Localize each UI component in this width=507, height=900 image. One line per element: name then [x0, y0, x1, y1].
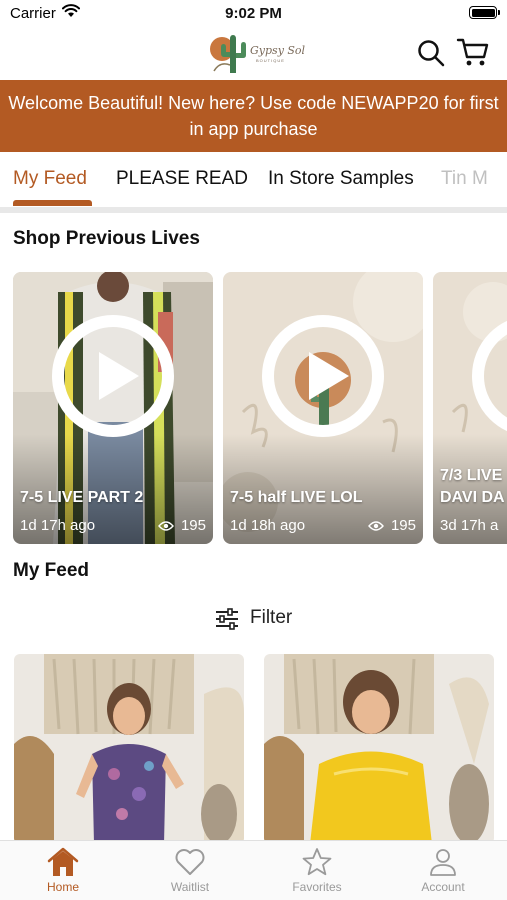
live-time-ago: 1d 17h ago — [20, 517, 96, 534]
nav-label-waitlist: Waitlist — [170, 880, 210, 894]
active-tab-indicator — [13, 200, 92, 206]
nav-label-account: Account — [421, 880, 465, 894]
live-video-card[interactable]: 7-5 half LIVE LOL 1d 18h ago 195 — [223, 272, 423, 544]
play-icon[interactable] — [261, 314, 385, 438]
brand-logo[interactable]: Gypsy Sol BOUTIQUE — [206, 31, 305, 75]
promo-banner[interactable]: Welcome Beautiful! New here? Use code NE… — [0, 80, 507, 152]
search-icon[interactable] — [416, 38, 446, 68]
filter-icon — [216, 608, 238, 630]
live-view-count: 195 — [390, 517, 416, 534]
bottom-nav: Home Waitlist Favorites Account — [0, 840, 507, 900]
live-time-ago: 1d 18h ago — [230, 517, 306, 534]
product-image — [14, 654, 244, 844]
live-title: 7/3 LIVE DAVI DA — [440, 467, 505, 506]
section-title-feed: My Feed — [13, 560, 90, 581]
product-image — [264, 654, 494, 844]
filter-label: Filter — [250, 607, 293, 628]
product-card[interactable] — [14, 654, 244, 844]
live-video-card[interactable]: 7-5 LIVE PART 2 1d 17h ago 195 — [13, 272, 213, 544]
play-icon[interactable] — [51, 314, 175, 438]
live-time-ago: 3d 17h a — [440, 517, 499, 534]
section-title-lives: Shop Previous Lives — [13, 228, 200, 249]
app-header: Gypsy Sol BOUTIQUE — [0, 28, 507, 78]
tabs-divider — [0, 207, 507, 213]
brand-subtitle: BOUTIQUE — [256, 58, 285, 63]
status-bar: Carrier 9:02 PM — [0, 0, 507, 28]
eye-icon — [158, 521, 174, 531]
tab-my-feed[interactable]: My Feed — [13, 168, 87, 190]
promo-text: Welcome Beautiful! New here? Use code NE… — [8, 93, 499, 139]
live-title: 7-5 half LIVE LOL — [230, 489, 363, 506]
nav-label-home: Home — [46, 880, 79, 894]
nav-label-favorites: Favorites — [292, 880, 342, 894]
live-video-card[interactable]: 7/3 LIVE DAVI DA 3d 17h a — [433, 272, 507, 544]
nav-favorites[interactable]: Favorites — [254, 847, 380, 894]
cart-icon[interactable] — [456, 36, 490, 68]
category-tabs: My Feed PLEASE READ In Store Samples Tin… — [0, 152, 507, 208]
tab-in-store-samples[interactable]: In Store Samples — [268, 168, 414, 190]
home-icon — [47, 847, 79, 876]
tab-please-read[interactable]: PLEASE READ — [116, 168, 248, 190]
product-card[interactable] — [264, 654, 494, 844]
live-view-count: 195 — [180, 517, 206, 534]
nav-waitlist[interactable]: Waitlist — [127, 847, 253, 894]
eye-icon — [368, 521, 384, 531]
star-icon — [302, 848, 332, 876]
person-icon — [430, 849, 456, 876]
clock: 9:02 PM — [225, 5, 282, 22]
battery-icon — [469, 6, 500, 19]
nav-account[interactable]: Account — [380, 847, 506, 894]
tab-tin-m[interactable]: Tin M — [441, 168, 488, 190]
nav-home[interactable]: Home — [0, 847, 126, 894]
heart-icon — [175, 849, 205, 875]
play-icon[interactable] — [471, 314, 507, 438]
brand-name: Gypsy Sol — [250, 44, 306, 57]
cactus-logo-icon — [210, 35, 246, 73]
live-title: 7-5 LIVE PART 2 — [20, 489, 144, 506]
lives-carousel[interactable]: 7-5 LIVE PART 2 1d 17h ago 195 7-5 half … — [0, 272, 507, 544]
